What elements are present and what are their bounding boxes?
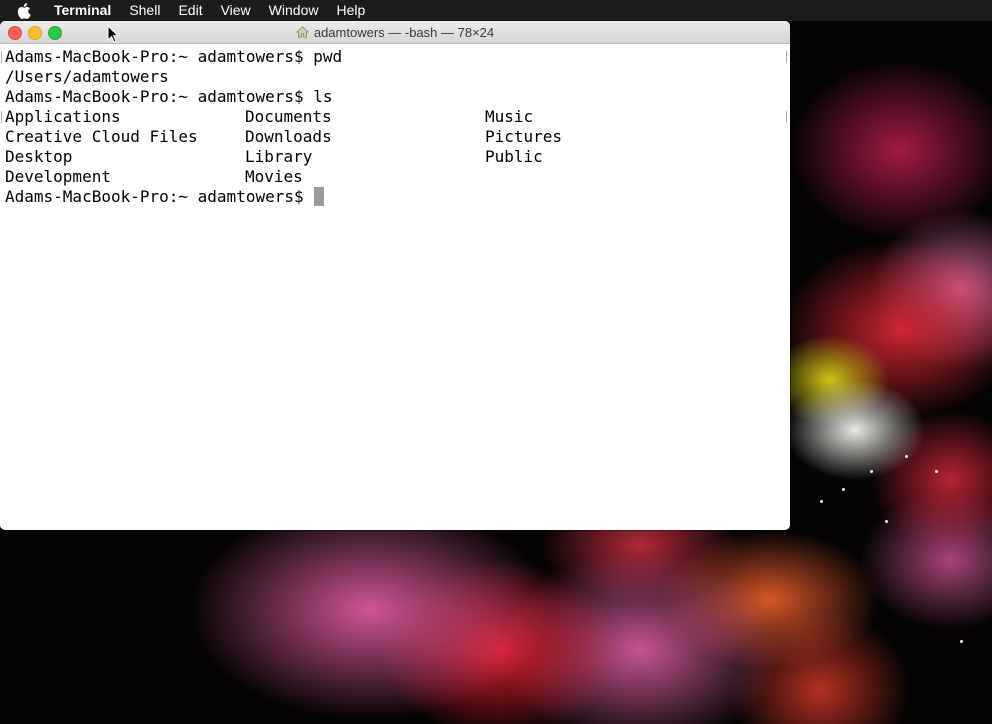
menu-bar: Terminal Shell Edit View Window Help bbox=[0, 0, 992, 21]
menu-edit[interactable]: Edit bbox=[169, 0, 211, 21]
prompt: Adams-MacBook-Pro:~ adamtowers$ bbox=[5, 47, 304, 66]
ls-entry: Creative Cloud Files bbox=[5, 127, 198, 146]
mark-bracket bbox=[1, 111, 2, 123]
wallpaper-speck bbox=[870, 470, 873, 473]
wallpaper-speck bbox=[935, 470, 938, 473]
ls-row: Applications Documents Music bbox=[5, 107, 790, 127]
ls-row: Desktop Library Public bbox=[5, 147, 790, 167]
ls-row: Creative Cloud Files Downloads Pictures bbox=[5, 127, 790, 147]
command-line: Adams-MacBook-Pro:~ adamtowers$ ls bbox=[5, 87, 790, 107]
ls-entry: Public bbox=[485, 147, 543, 166]
mark-bracket bbox=[1, 51, 2, 63]
terminal-output[interactable]: Adams-MacBook-Pro:~ adamtowers$ pwd /Use… bbox=[0, 44, 790, 207]
prompt: Adams-MacBook-Pro:~ adamtowers$ bbox=[5, 87, 304, 106]
ls-entry: Applications bbox=[5, 107, 121, 126]
ls-entry: Development bbox=[5, 167, 111, 186]
prompt: Adams-MacBook-Pro:~ adamtowers$ bbox=[5, 187, 304, 206]
apple-menu-icon[interactable] bbox=[17, 0, 37, 21]
ls-entry: Library bbox=[245, 147, 313, 166]
ls-entry: Desktop bbox=[5, 147, 73, 166]
wallpaper-speck bbox=[905, 455, 908, 458]
ls-entry: Pictures bbox=[485, 127, 563, 146]
menu-shell[interactable]: Shell bbox=[120, 0, 169, 21]
menu-app-terminal[interactable]: Terminal bbox=[54, 0, 120, 21]
mark-bracket bbox=[786, 51, 787, 63]
output-line: /Users/adamtowers bbox=[5, 67, 169, 86]
wallpaper-speck bbox=[842, 488, 845, 491]
wallpaper-speck bbox=[885, 520, 888, 523]
wallpaper-speck bbox=[820, 500, 823, 503]
menu-view[interactable]: View bbox=[212, 0, 260, 21]
ls-entry: Music bbox=[485, 107, 534, 126]
command-text: pwd bbox=[313, 47, 343, 66]
ls-entry: Downloads bbox=[245, 127, 332, 146]
mark-bracket bbox=[786, 111, 787, 123]
menu-window[interactable]: Window bbox=[260, 0, 328, 21]
window-title-text: adamtowers — -bash — 78×24 bbox=[313, 24, 495, 40]
command-line: Adams-MacBook-Pro:~ adamtowers$ pwd bbox=[5, 47, 790, 67]
wallpaper-speck bbox=[960, 640, 963, 643]
text-cursor bbox=[314, 187, 325, 206]
menu-help[interactable]: Help bbox=[327, 0, 374, 21]
ls-entry: Movies bbox=[245, 167, 303, 186]
command-text: ls bbox=[313, 87, 333, 106]
terminal-window: adamtowers — -bash — 78×24 Adams-MacBook… bbox=[0, 21, 790, 530]
command-line: Adams-MacBook-Pro:~ adamtowers$ bbox=[5, 187, 790, 207]
home-folder-icon bbox=[295, 26, 309, 38]
ls-entry: Documents bbox=[245, 107, 332, 126]
ls-row: Development Movies bbox=[5, 167, 790, 187]
mouse-pointer-icon bbox=[107, 25, 119, 43]
